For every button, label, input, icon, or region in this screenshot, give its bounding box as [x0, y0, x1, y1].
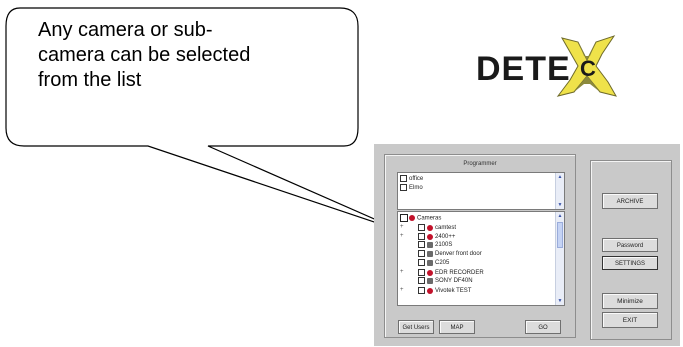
callout-line: from the list	[38, 69, 142, 91]
users-scrollbar[interactable]: ▲ ▼	[555, 173, 564, 209]
checkbox[interactable]	[418, 241, 425, 248]
scroll-down-icon[interactable]: ▼	[557, 202, 563, 208]
users-list[interactable]: office Elmo ▲ ▼	[397, 172, 565, 210]
camera-icon	[427, 259, 433, 266]
user-label: Elmo	[409, 185, 423, 192]
camera-icon	[427, 287, 433, 294]
scroll-up-icon[interactable]: ▲	[557, 213, 563, 219]
camera-label: 2400++	[435, 234, 456, 241]
settings-button[interactable]: SETTINGS	[602, 256, 658, 270]
tree-item-camera[interactable]: + Vivotek TEST	[400, 286, 471, 295]
checkbox[interactable]	[418, 224, 425, 231]
expand-icon[interactable]: +	[400, 223, 406, 232]
go-button[interactable]: GO	[525, 320, 561, 334]
camera-label: camtest	[435, 225, 457, 232]
camera-icon	[409, 215, 415, 221]
checkbox[interactable]	[418, 259, 425, 266]
camera-icon	[427, 269, 433, 276]
list-item[interactable]: office	[400, 175, 423, 184]
camera-icon	[427, 233, 433, 240]
camera-label: Vivotek TEST	[435, 288, 472, 295]
expand-icon[interactable]: +	[400, 286, 406, 295]
actions-panel: ARCHIVE Password SETTINGS Minimize EXIT	[590, 160, 672, 340]
camera-label: SONY DF40N	[435, 278, 473, 285]
detec-logo: DETE C	[476, 32, 626, 102]
scroll-up-icon[interactable]: ▲	[557, 174, 563, 180]
checkbox[interactable]	[418, 250, 425, 257]
scroll-down-icon[interactable]: ▼	[557, 298, 563, 304]
list-item[interactable]: Elmo	[400, 184, 423, 193]
callout-line: Any camera or sub-	[38, 19, 213, 41]
tree-item-camera[interactable]: SONY DF40N	[400, 277, 473, 286]
tree-item-camera[interactable]: C205	[400, 259, 449, 268]
callout-text: Any camera or sub- camera can be selecte…	[38, 18, 338, 93]
map-button[interactable]: MAP	[439, 320, 475, 334]
get-users-button[interactable]: Get Users	[398, 320, 434, 334]
callout-line: camera can be selected	[38, 44, 251, 66]
camera-label: 2100S	[435, 242, 453, 249]
user-label: office	[409, 176, 424, 183]
tree-item-camera[interactable]: Denver front door	[400, 250, 482, 259]
programmer-title: Programmer	[463, 161, 497, 167]
camera-tree[interactable]: Cameras + camtest +2400++ 2100S Denver fr…	[397, 211, 565, 306]
tree-item-camera[interactable]: 2100S	[400, 241, 452, 250]
camera-icon	[427, 277, 433, 284]
tree-root-label: Cameras	[417, 215, 442, 222]
checkbox[interactable]	[418, 233, 425, 240]
x-burst-logo-icon: C	[556, 35, 618, 97]
expand-icon[interactable]: +	[400, 232, 406, 241]
camera-label: EDR RECORDER	[435, 270, 484, 277]
camera-scrollbar[interactable]: ▲ ▼	[555, 212, 564, 305]
scroll-thumb[interactable]	[557, 222, 563, 248]
svg-text:C: C	[580, 56, 596, 81]
camera-label: C205	[435, 260, 450, 267]
checkbox[interactable]	[400, 214, 408, 222]
password-button[interactable]: Password	[602, 238, 658, 252]
exit-button[interactable]: EXIT	[602, 312, 658, 328]
tree-item-camera[interactable]: + camtest	[400, 223, 456, 232]
camera-icon	[427, 250, 433, 257]
programmer-panel: Programmer office Elmo ▲ ▼ Cameras + camt…	[384, 154, 576, 338]
tree-root[interactable]: Cameras	[400, 214, 441, 223]
checkbox[interactable]	[400, 175, 407, 182]
tree-item-camera[interactable]: + EDR RECORDER	[400, 268, 484, 277]
checkbox[interactable]	[400, 184, 407, 191]
camera-label: Denver front door	[435, 251, 482, 258]
archive-button[interactable]: ARCHIVE	[602, 193, 658, 209]
checkbox[interactable]	[418, 277, 425, 284]
app-window: Programmer office Elmo ▲ ▼ Cameras + camt…	[374, 144, 680, 346]
checkbox[interactable]	[418, 287, 425, 294]
expand-icon[interactable]: +	[400, 268, 406, 277]
camera-icon	[427, 241, 433, 248]
camera-icon	[427, 224, 433, 231]
tree-item-camera[interactable]: +2400++	[400, 232, 455, 241]
checkbox[interactable]	[418, 269, 425, 276]
minimize-button[interactable]: Minimize	[602, 293, 658, 309]
